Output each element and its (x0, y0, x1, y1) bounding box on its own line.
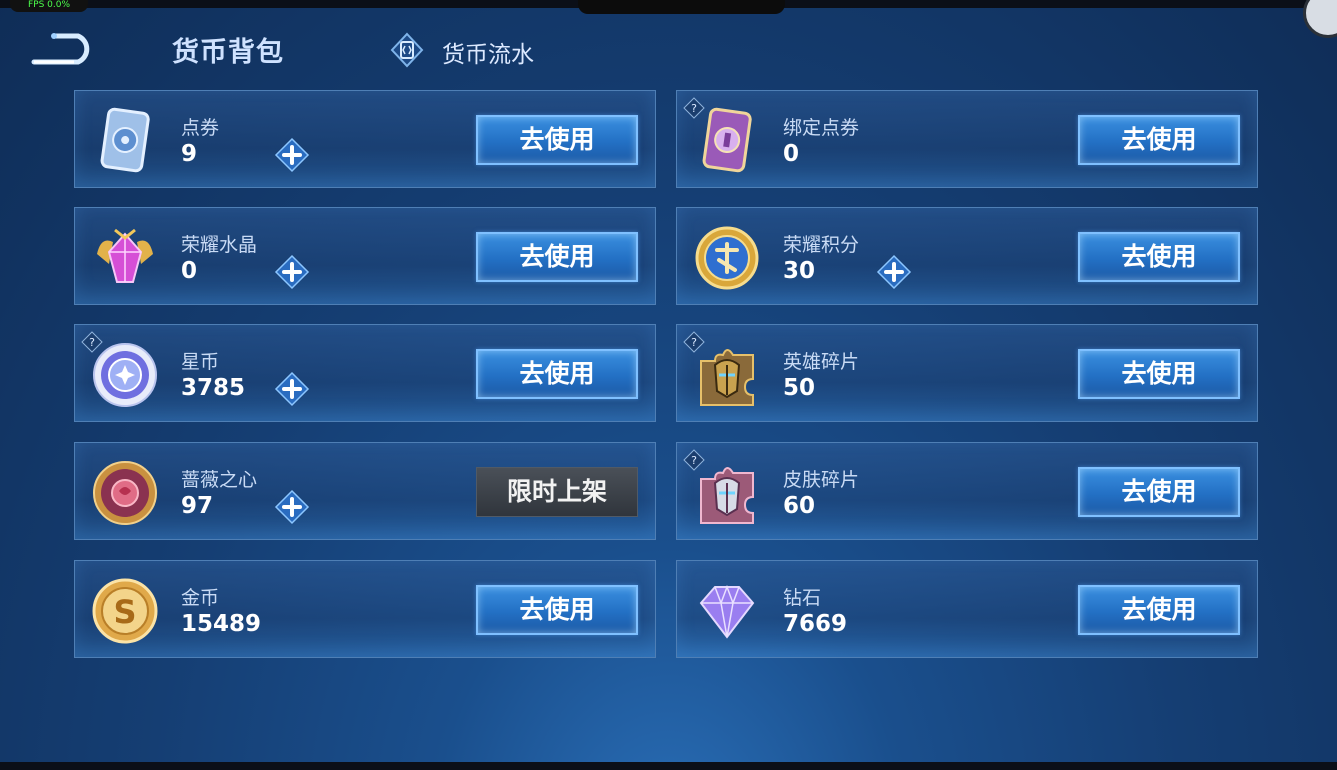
currency-amount: 30 (783, 258, 816, 284)
currency-amount: 7669 (783, 611, 848, 637)
use-button[interactable]: 去使用 (1078, 467, 1240, 517)
plus-icon (274, 489, 310, 525)
fps-readout: FPS 0.0% (10, 0, 88, 12)
add-currency-button[interactable] (274, 371, 310, 407)
currency-card-bound-dianquan: ? 绑定点券 0 去使用 (676, 90, 1258, 188)
plus-icon (876, 254, 912, 290)
use-button[interactable]: 去使用 (1078, 232, 1240, 282)
use-button[interactable]: 去使用 (476, 115, 638, 165)
currency-name: 点券 (181, 117, 220, 139)
currency-card-star-coin: ? 星币 3785 去使用 (74, 324, 656, 422)
use-button[interactable]: 去使用 (476, 585, 638, 635)
diamond-icon (693, 577, 761, 645)
use-button[interactable]: 去使用 (1078, 115, 1240, 165)
plus-icon (274, 254, 310, 290)
currency-name: 荣耀水晶 (181, 234, 258, 256)
currency-flow-tab[interactable]: 货币流水 (442, 35, 534, 69)
plus-icon (274, 137, 310, 173)
currency-name: 英雄碎片 (783, 351, 860, 373)
currency-amount: 9 (181, 141, 198, 167)
currency-card-glory-crystal: 荣耀水晶 0 去使用 (74, 207, 656, 305)
currency-name: 皮肤碎片 (783, 469, 860, 491)
currency-amount: 15489 (181, 611, 262, 637)
currency-amount: 0 (783, 141, 800, 167)
rose-heart-coin-icon (91, 459, 159, 527)
back-arrow-icon (31, 33, 90, 65)
currency-name: 荣耀积分 (783, 234, 860, 256)
currency-name: 金币 (181, 587, 220, 609)
currency-card-diamond: 钻石 7669 去使用 (676, 560, 1258, 658)
currency-amount: 50 (783, 375, 816, 401)
glory-points-coin-icon (693, 224, 761, 292)
use-button[interactable]: 去使用 (1078, 349, 1240, 399)
add-currency-button[interactable] (876, 254, 912, 290)
currency-card-dianquan: 点券 9 去使用 (74, 90, 656, 188)
system-pill (578, 0, 785, 14)
currency-name: 蔷薇之心 (181, 469, 258, 491)
gold-coin-icon: S (91, 577, 159, 645)
currency-amount: 0 (181, 258, 198, 284)
skin-shard-helmet-icon (693, 459, 761, 527)
svg-text:S: S (113, 593, 136, 631)
add-currency-button[interactable] (274, 254, 310, 290)
glory-crystal-icon (91, 224, 159, 292)
top-status-strip: FPS 0.0% (0, 0, 1337, 14)
add-currency-button[interactable] (274, 137, 310, 173)
page-title: 货币背包 (172, 37, 284, 68)
use-button[interactable]: 去使用 (476, 349, 638, 399)
bottom-strip (0, 762, 1337, 770)
limited-time-button[interactable]: 限时上架 (476, 467, 638, 517)
plus-icon (274, 371, 310, 407)
currency-amount: 60 (783, 493, 816, 519)
currency-card-rose-heart: 蔷薇之心 97 限时上架 (74, 442, 656, 540)
currency-name: 钻石 (783, 587, 822, 609)
add-currency-button[interactable] (274, 489, 310, 525)
currency-card-glory-points: 荣耀积分 30 去使用 (676, 207, 1258, 305)
currency-flow-icon[interactable] (390, 32, 424, 68)
currency-card-gold: S 金币 15489 去使用 (74, 560, 656, 658)
star-coin-icon (91, 341, 159, 409)
hero-shard-helmet-icon (693, 341, 761, 409)
settings-gear-icon[interactable] (1303, 0, 1337, 38)
currency-card-hero-shards: ? 英雄碎片 50 去使用 (676, 324, 1258, 422)
use-button[interactable]: 去使用 (476, 232, 638, 282)
use-button[interactable]: 去使用 (1078, 585, 1240, 635)
bound-voucher-card-icon (693, 107, 761, 175)
currency-card-skin-shards: ? 皮肤碎片 60 去使用 (676, 442, 1258, 540)
currency-amount: 97 (181, 493, 214, 519)
currency-name: 绑定点券 (783, 117, 860, 139)
currency-name: 星币 (181, 351, 220, 373)
voucher-card-icon (91, 107, 159, 175)
currency-amount: 3785 (181, 375, 246, 401)
back-button[interactable] (28, 28, 100, 68)
